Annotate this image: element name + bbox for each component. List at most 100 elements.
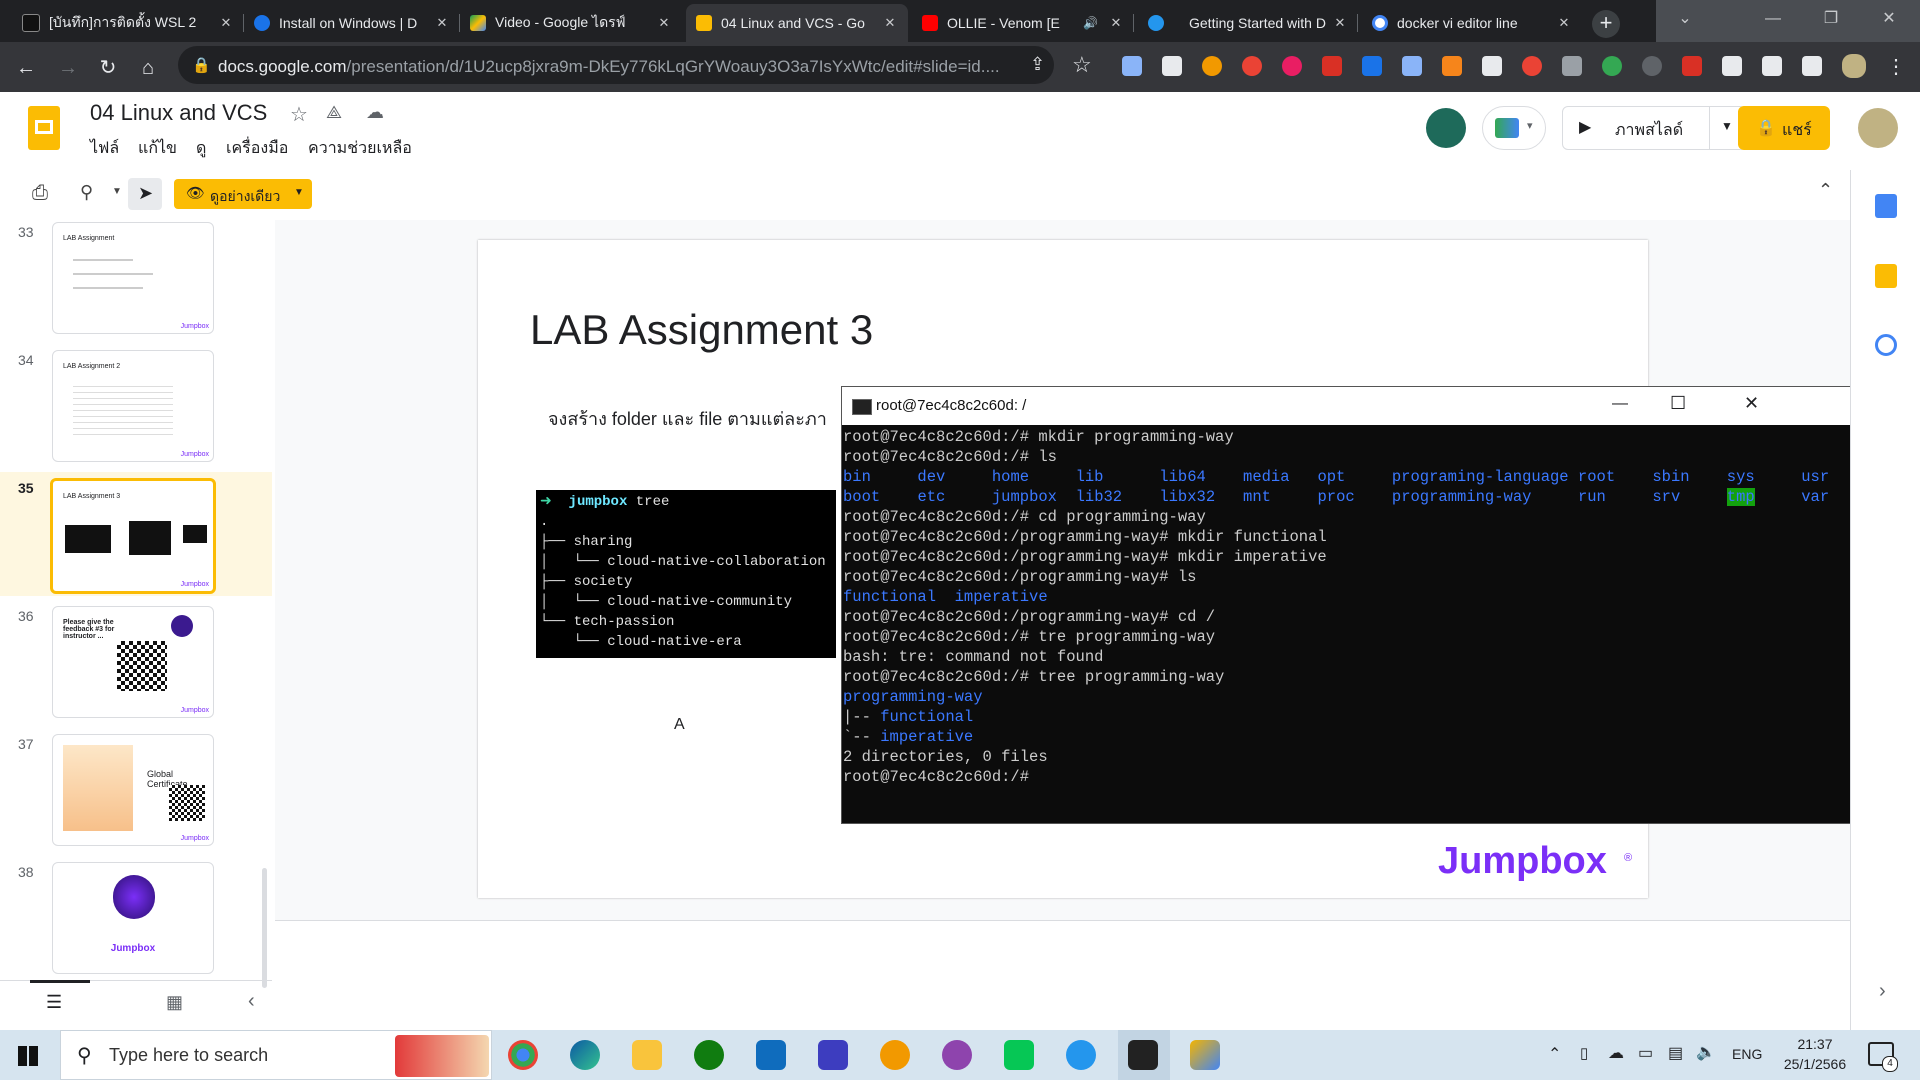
xbox-icon[interactable] [694,1040,724,1070]
document-title[interactable]: 04 Linux and VCS [90,100,267,126]
reload-icon[interactable]: ↻ [94,54,122,82]
calendar-icon[interactable] [1875,194,1897,218]
close-tab-icon[interactable]: ✕ [1556,15,1572,31]
meet-button[interactable]: ▾ [1482,106,1546,150]
forward-icon[interactable]: → [54,54,82,82]
account-avatar[interactable] [1858,108,1898,148]
expand-side-panel-icon[interactable]: › [1879,980,1886,1003]
show-hidden-icons[interactable]: ⌃ [1548,1044,1561,1064]
slide-thumbnail-37[interactable]: Global Certificate Jumpbox [52,734,214,846]
browser-tab[interactable]: Getting Started with D ✕ [1138,4,1358,42]
bookmark-star-icon[interactable]: ☆ [1072,52,1092,78]
filmstrip-view-icon[interactable]: ☰ [46,992,62,1013]
extension-icon[interactable] [1522,56,1542,76]
collapse-toolbar-icon[interactable]: ⌃ [1818,180,1833,201]
more-menu-icon[interactable]: ⋮ [1886,54,1906,79]
extension-icon[interactable] [1242,56,1262,76]
zoom-icon[interactable]: ⚲ [80,182,93,203]
maximize-window-icon[interactable]: ❐ [1802,0,1860,38]
close-tab-icon[interactable]: ✕ [656,15,672,31]
close-tab-icon[interactable]: ✕ [1332,15,1348,31]
extension-icon[interactable] [1282,56,1302,76]
extension-icon[interactable] [1202,56,1222,76]
browser-tab[interactable]: Video - Google ไดรฟ์ ✕ [460,4,682,42]
terminal-titlebar[interactable]: root@7ec4c8c2c60d: / — ☐ ✕ [842,387,1920,425]
menu-edit[interactable]: แก้ไข [138,136,177,161]
view-mode-button[interactable]: 👁 ดูอย่างเดียว ▼ [174,179,312,209]
file-explorer-icon[interactable] [632,1040,662,1070]
slide-thumbnail-34[interactable]: LAB Assignment 2 Jumpbox [52,350,214,462]
browser-tab-active[interactable]: 04 Linux and VCS - Go ✕ [686,4,908,42]
extension-icon[interactable] [1482,56,1502,76]
chevron-down-icon[interactable]: ▼ [112,186,122,197]
google-slides-logo[interactable] [28,106,60,150]
chrome-icon[interactable] [508,1040,538,1070]
media-control-icon[interactable] [1762,56,1782,76]
collaborator-avatar[interactable] [1426,108,1466,148]
collapse-filmstrip-icon[interactable]: ‹ [248,990,255,1013]
grid-view-icon[interactable]: ▦ [166,992,183,1013]
reader-icon[interactable] [1162,56,1182,76]
close-tab-icon[interactable]: ✕ [434,15,450,31]
chevron-down-icon[interactable]: ▼ [1721,119,1733,133]
new-tab-button[interactable]: + [1592,10,1620,38]
tasks-icon[interactable] [1875,334,1897,356]
metamask-icon[interactable] [1442,56,1462,76]
shield-icon[interactable] [1122,56,1142,76]
close-tab-icon[interactable]: ✕ [882,15,898,31]
select-tool-button[interactable]: ➤ [128,178,162,210]
close-window-icon[interactable]: ✕ [1860,0,1918,38]
side-panel-icon[interactable] [1802,56,1822,76]
terminal-taskbar-icon[interactable] [1128,1040,1158,1070]
mail-icon[interactable] [756,1040,786,1070]
lock-icon[interactable]: 🔒 [192,56,211,74]
language-indicator[interactable]: ENG [1732,1046,1762,1062]
maximize-icon[interactable]: ☐ [1670,393,1686,414]
extension-icon[interactable] [1642,56,1662,76]
download-icon[interactable] [1402,56,1422,76]
share-button[interactable]: 🔒 แชร์ [1738,106,1830,150]
move-to-folder-icon[interactable]: ⟁ [326,102,342,123]
minimize-icon[interactable]: — [1612,395,1628,413]
extension-icon[interactable] [1362,56,1382,76]
terminal-output[interactable]: root@7ec4c8c2c60d:/# mkdir programming-w… [843,427,1876,787]
extension-icon[interactable] [1562,56,1582,76]
slide-thumbnail-35[interactable]: LAB Assignment 3 Jumpbox [50,478,216,594]
speaker-icon[interactable]: 🔊 [1083,16,1098,30]
docker-icon[interactable] [1066,1040,1096,1070]
tab-search-icon[interactable]: ⌄ [1656,0,1714,38]
profile-avatar[interactable] [1842,54,1866,78]
close-tab-icon[interactable]: ✕ [1108,15,1124,31]
app-icon[interactable] [880,1040,910,1070]
paint-icon[interactable] [1190,1040,1220,1070]
browser-tab[interactable]: docker vi editor line ✕ [1362,4,1582,42]
address-bar[interactable]: 🔒 docs.google.com/presentation/d/1U2ucp8… [178,46,1054,84]
close-tab-icon[interactable]: ✕ [218,15,234,31]
device-icon[interactable]: ▯ [1580,1044,1588,1062]
menu-file[interactable]: ไฟล์ [90,136,119,161]
slide-thumbnail-33[interactable]: LAB Assignment Jumpbox [52,222,214,334]
taskbar-search[interactable]: ⚲ Type here to search [60,1030,492,1080]
extension-icon[interactable] [1682,56,1702,76]
windows-start-icon[interactable] [18,1046,38,1066]
edge-icon[interactable] [570,1040,600,1070]
slideshow-button[interactable]: ▶ ภาพสไลด์ ▼ [1562,106,1746,150]
line-icon[interactable] [1004,1040,1034,1070]
browser-tab[interactable]: Install on Windows | D ✕ [244,4,460,42]
browser-tab[interactable]: OLLIE - Venom [E 🔊 ✕ [912,4,1134,42]
powerautomate-icon[interactable] [818,1040,848,1070]
extension-icon[interactable] [1602,56,1622,76]
menu-tools[interactable]: เครื่องมือ [226,136,288,161]
network-icon[interactable]: ▤ [1668,1043,1683,1063]
star-icon[interactable]: ☆ [290,102,308,127]
onedrive-icon[interactable]: ☁ [1608,1043,1624,1063]
home-icon[interactable]: ⌂ [134,54,162,82]
print-icon[interactable]: ⎙ [32,182,48,205]
menu-view[interactable]: ดู [196,136,206,161]
back-icon[interactable]: ← [12,54,40,82]
terminal-window[interactable]: root@7ec4c8c2c60d: / — ☐ ✕ root@7ec4c8c2… [841,386,1920,824]
discord-icon[interactable] [942,1040,972,1070]
minimize-window-icon[interactable]: — [1744,0,1802,38]
volume-icon[interactable]: 🔈 [1696,1042,1716,1062]
extension-icon[interactable] [1322,56,1342,76]
